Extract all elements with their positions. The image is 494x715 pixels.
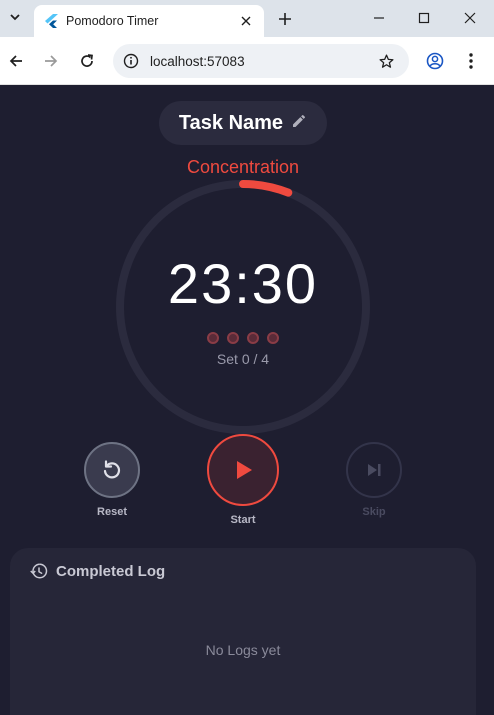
edit-icon[interactable] xyxy=(291,113,307,134)
skip-next-icon xyxy=(368,464,381,476)
session-dot xyxy=(267,332,279,344)
skip-label: Skip xyxy=(362,506,386,518)
empty-log-text: No Logs yet xyxy=(205,642,281,658)
task-name-pill[interactable]: Task Name xyxy=(159,101,327,145)
account-circle-icon xyxy=(426,52,444,70)
window-close-button[interactable] xyxy=(455,4,485,32)
arrow-left-icon xyxy=(9,55,22,67)
forward-button[interactable] xyxy=(39,49,63,73)
reload-icon xyxy=(81,54,93,67)
start-button[interactable] xyxy=(207,434,279,506)
reload-button[interactable] xyxy=(75,49,99,73)
set-counter: Set 0 / 4 xyxy=(216,351,270,367)
completed-log-card: Completed Log No Logs yet xyxy=(10,548,476,715)
back-button[interactable] xyxy=(4,49,28,73)
restart-icon xyxy=(103,460,121,479)
browser-toolbar: localhost:57083 xyxy=(0,37,494,85)
url-text[interactable]: localhost:57083 xyxy=(150,54,375,69)
history-icon xyxy=(30,563,48,579)
skip-button[interactable] xyxy=(346,442,402,498)
address-bar[interactable]: localhost:57083 xyxy=(113,44,409,78)
reset-label: Reset xyxy=(97,506,127,518)
tab-search-button[interactable] xyxy=(4,6,26,28)
profile-button[interactable] xyxy=(423,49,447,73)
maximize-icon xyxy=(418,12,430,24)
browser-tab-bar: Pomodoro Timer xyxy=(0,0,494,37)
bookmark-star-icon[interactable] xyxy=(375,50,397,72)
reset-button[interactable] xyxy=(84,442,140,498)
more-vert-icon xyxy=(469,53,473,69)
plus-icon xyxy=(279,13,291,25)
completed-log-title: Completed Log xyxy=(56,562,166,580)
minimize-button[interactable] xyxy=(364,4,394,32)
completed-log-header: Completed Log xyxy=(30,562,165,580)
flutter-icon xyxy=(44,14,58,28)
minimize-icon xyxy=(374,17,384,19)
tab-close-button[interactable] xyxy=(236,11,256,31)
session-dot xyxy=(207,332,219,344)
start-label: Start xyxy=(230,514,256,526)
browser-menu-button[interactable] xyxy=(459,49,483,73)
pomodoro-app: Task Name Concentration 23:30 Set 0 / 4 … xyxy=(0,85,494,715)
chevron-down-icon xyxy=(10,14,20,21)
site-info-icon[interactable] xyxy=(120,50,142,72)
session-dot xyxy=(227,332,239,344)
timer-display: 23:30 xyxy=(167,252,319,315)
close-icon xyxy=(464,12,476,24)
session-dots xyxy=(207,332,279,344)
task-name: Task Name xyxy=(178,111,284,134)
close-icon xyxy=(241,16,251,26)
arrow-right-icon xyxy=(45,55,58,67)
mode-label: Concentration xyxy=(186,157,300,177)
play-icon xyxy=(237,461,252,479)
session-dot xyxy=(247,332,259,344)
tab-title: Pomodoro Timer xyxy=(66,14,159,28)
maximize-button[interactable] xyxy=(409,4,439,32)
browser-tab[interactable]: Pomodoro Timer xyxy=(34,5,264,37)
new-tab-button[interactable] xyxy=(273,7,297,31)
